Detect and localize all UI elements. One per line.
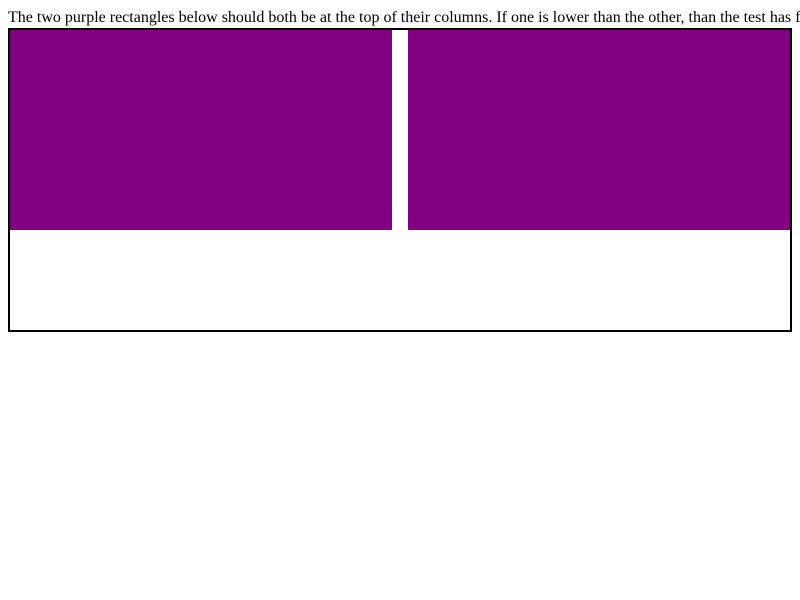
right-purple-rectangle [408, 30, 790, 230]
test-container [8, 28, 792, 332]
left-purple-rectangle [10, 30, 392, 230]
test-instructions: The two purple rectangles below should b… [8, 9, 800, 26]
